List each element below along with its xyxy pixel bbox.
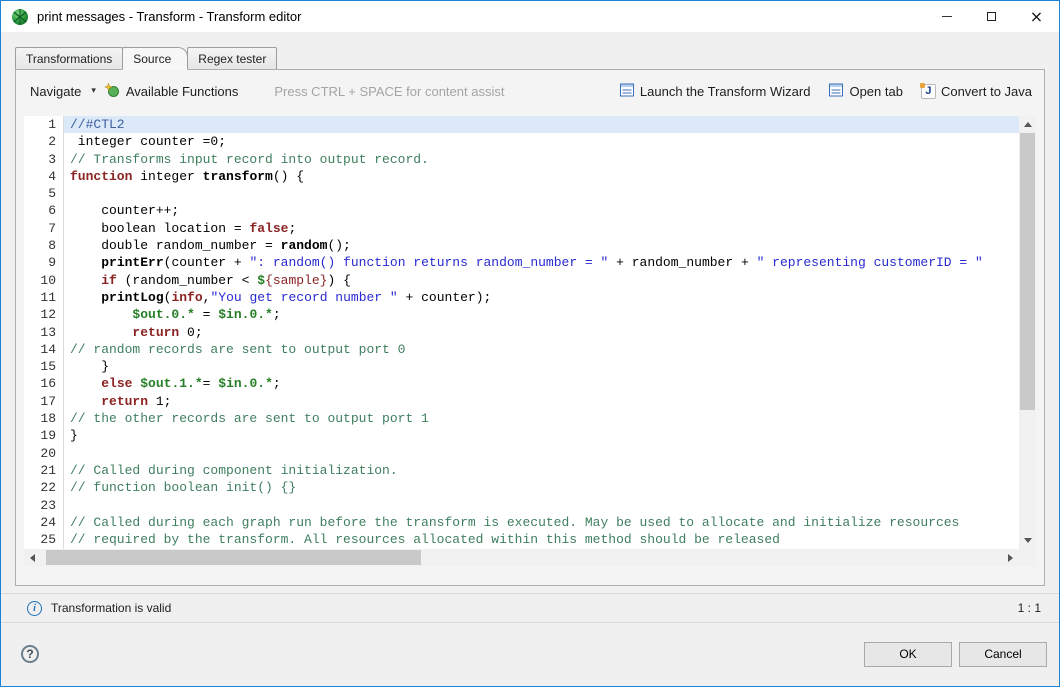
code-line-20[interactable] [64, 445, 1019, 462]
code-line-17[interactable]: return 1; [64, 393, 1019, 410]
code-line-22[interactable]: // function boolean init() {} [64, 479, 1019, 496]
code-line-5[interactable] [64, 185, 1019, 202]
line-number-gutter: 1234567891011121314151617181920212223242… [24, 116, 64, 549]
available-functions-icon [104, 82, 120, 101]
code-editor[interactable]: 1234567891011121314151617181920212223242… [24, 116, 1019, 549]
caret-position: 1 : 1 [1018, 601, 1041, 615]
code-line-13[interactable]: return 0; [64, 324, 1019, 341]
convert-to-java-button[interactable]: J Convert to Java [921, 84, 1032, 99]
arrow-left-icon [30, 554, 35, 562]
code-line-21[interactable]: // Called during component initializatio… [64, 462, 1019, 479]
launch-wizard-label: Launch the Transform Wizard [640, 84, 811, 99]
code-line-15[interactable]: } [64, 358, 1019, 375]
available-functions-button[interactable]: Available Functions [104, 82, 239, 101]
open-tab-icon [828, 82, 844, 101]
code-line-18[interactable]: // the other records are sent to output … [64, 410, 1019, 427]
help-button[interactable]: ? [21, 645, 39, 663]
info-icon: i [27, 601, 42, 616]
cancel-button[interactable]: Cancel [959, 642, 1047, 667]
tab-transformations[interactable]: Transformations [15, 47, 123, 69]
wizard-icon [619, 82, 635, 101]
transform-editor-window: print messages - Transform - Transform e… [0, 0, 1060, 687]
tab-strip: Transformations Source Regex tester [15, 47, 1045, 69]
chevron-down-icon: ▾ [91, 86, 96, 96]
code-line-25[interactable]: // required by the transform. All resour… [64, 531, 1019, 548]
window-controls: × [924, 1, 1059, 32]
java-icon: J [921, 84, 936, 99]
launch-wizard-button[interactable]: Launch the Transform Wizard [619, 82, 811, 101]
code-line-23[interactable] [64, 497, 1019, 514]
vertical-scrollbar-thumb[interactable] [1020, 133, 1035, 410]
maximize-icon [987, 12, 996, 21]
toolbar-left-group: Navigate ▾ Available Functions Press CTR… [30, 82, 504, 101]
navigate-button[interactable]: Navigate ▾ [30, 84, 96, 99]
arrow-up-icon [1024, 122, 1032, 127]
editor-area: 1234567891011121314151617181920212223242… [24, 116, 1036, 566]
vertical-scrollbar[interactable] [1019, 116, 1036, 549]
code-line-10[interactable]: if (random_number < ${sample}) { [64, 272, 1019, 289]
dialog-body: Transformations Source Regex tester Navi… [1, 47, 1059, 586]
code-line-16[interactable]: else $out.1.*= $in.0.*; [64, 375, 1019, 392]
open-tab-label: Open tab [849, 84, 903, 99]
code-line-19[interactable]: } [64, 427, 1019, 444]
code-line-4[interactable]: function integer transform() { [64, 168, 1019, 185]
arrow-right-icon [1008, 554, 1013, 562]
editor-toolbar: Navigate ▾ Available Functions Press CTR… [16, 70, 1044, 112]
code-line-11[interactable]: printLog(info,"You get record number " +… [64, 289, 1019, 306]
open-tab-button[interactable]: Open tab [828, 82, 903, 101]
scroll-left-button[interactable] [24, 549, 41, 566]
code-line-12[interactable]: $out.0.* = $in.0.*; [64, 306, 1019, 323]
horizontal-scrollbar-track[interactable] [41, 550, 1002, 565]
horizontal-scrollbar-thumb[interactable] [46, 550, 421, 565]
scroll-right-button[interactable] [1002, 549, 1019, 566]
code-lines[interactable]: //#CTL2 integer counter =0;// Transforms… [64, 116, 1019, 549]
minimize-button[interactable] [924, 1, 969, 32]
close-icon: × [1030, 9, 1043, 25]
horizontal-scrollbar[interactable] [24, 549, 1036, 566]
arrow-down-icon [1024, 538, 1032, 543]
minimize-icon [942, 16, 952, 17]
code-line-7[interactable]: boolean location = false; [64, 220, 1019, 237]
content-assist-hint: Press CTRL + SPACE for content assist [274, 84, 504, 99]
scroll-down-button[interactable] [1019, 532, 1036, 549]
footer-buttons: OK Cancel [864, 642, 1047, 667]
code-line-6[interactable]: counter++; [64, 202, 1019, 219]
code-line-14[interactable]: // random records are sent to output por… [64, 341, 1019, 358]
scroll-up-button[interactable] [1019, 116, 1036, 133]
code-line-9[interactable]: printErr(counter + ": random() function … [64, 254, 1019, 271]
code-line-3[interactable]: // Transforms input record into output r… [64, 151, 1019, 168]
navigate-label: Navigate [30, 84, 81, 99]
available-functions-label: Available Functions [126, 84, 239, 99]
tab-regex-tester[interactable]: Regex tester [187, 47, 277, 69]
toolbar-right-group: Launch the Transform Wizard Open tab [619, 82, 1032, 101]
status-message: Transformation is valid [51, 601, 171, 615]
footer: ? OK Cancel [1, 623, 1059, 685]
code-line-1[interactable]: //#CTL2 [64, 116, 1019, 133]
code-line-2[interactable]: integer counter =0; [64, 133, 1019, 150]
ok-button[interactable]: OK [864, 642, 952, 667]
close-button[interactable]: × [1014, 1, 1059, 32]
code-line-8[interactable]: double random_number = random(); [64, 237, 1019, 254]
source-tab-panel: Navigate ▾ Available Functions Press CTR… [15, 69, 1045, 586]
titlebar: print messages - Transform - Transform e… [1, 1, 1059, 32]
clover-logo-icon [11, 8, 29, 26]
convert-to-java-label: Convert to Java [941, 84, 1032, 99]
maximize-button[interactable] [969, 1, 1014, 32]
status-bar: i Transformation is valid 1 : 1 [1, 593, 1059, 623]
window-title: print messages - Transform - Transform e… [37, 9, 924, 24]
code-line-24[interactable]: // Called during each graph run before t… [64, 514, 1019, 531]
tab-source[interactable]: Source [122, 47, 188, 70]
